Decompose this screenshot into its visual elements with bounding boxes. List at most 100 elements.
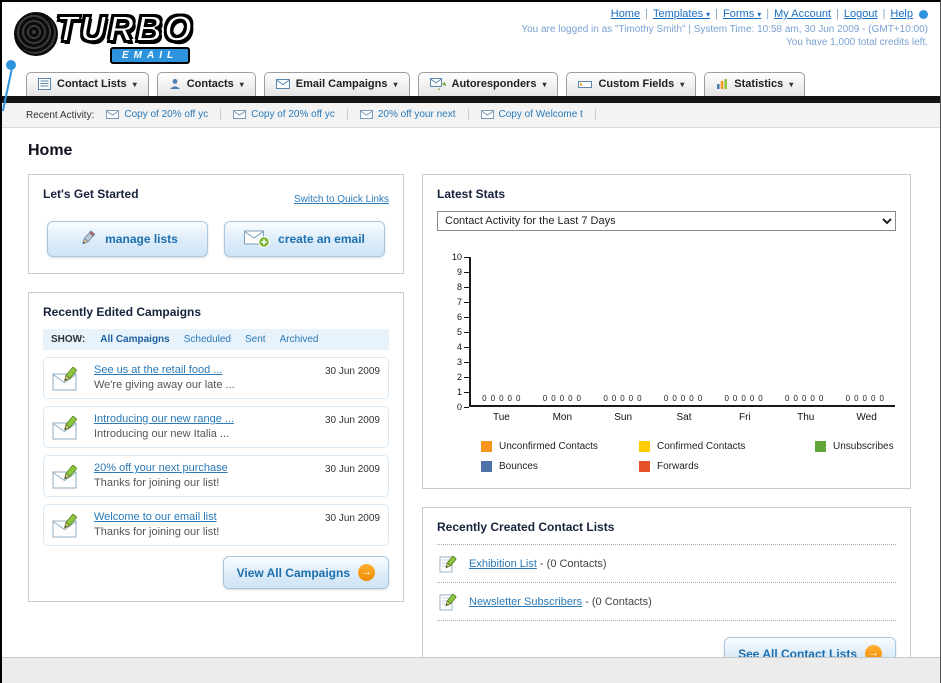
nav-tab-contacts[interactable]: Contacts ▾ [156, 72, 256, 96]
get-started-title: Let's Get Started [43, 187, 139, 201]
top-nav-links: Home | Templates ▾ | Forms ▾ | My Account | Logo… [521, 8, 928, 20]
campaign-subtitle: Thanks for joining our list! [94, 526, 220, 538]
campaign-list: See us at the retail food ... We're givin… [43, 357, 389, 546]
latest-stats-title: Latest Stats [437, 187, 506, 201]
contact-list-row[interactable]: Newsletter Subscribers - (0 Contacts) [437, 583, 896, 621]
nav-tab-email-campaigns[interactable]: Email Campaigns ▾ [263, 72, 410, 96]
recent-activity-link[interactable]: Copy of 20% off yc [251, 109, 335, 120]
email-campaigns-icon [275, 79, 290, 89]
legend-swatch-icon [815, 441, 826, 452]
create-email-button[interactable]: create an email [224, 221, 385, 257]
contact-lists-icon [38, 78, 51, 90]
view-all-campaigns-button[interactable]: View All Campaigns → [222, 556, 389, 589]
recently-edited-campaigns-panel: Recently Edited Campaigns SHOW: All Camp… [28, 292, 404, 602]
nav-tab-custom-fields[interactable]: Custom Fields ▾ [566, 72, 697, 96]
legend-item: Forwards [639, 461, 815, 472]
legend-item: Unconfirmed Contacts [481, 441, 639, 452]
recent-activity-item[interactable]: Copy of 20% off yc [221, 108, 348, 120]
y-axis-tick: 6 [450, 312, 469, 322]
custom-fields-icon [578, 79, 593, 90]
page: TURBO EMAIL Home | Templates ▾ | Forms ▾ | My … [0, 0, 941, 683]
bar-value-labels: 00000 [663, 394, 703, 403]
campaign-edit-icon [52, 416, 77, 440]
chevron-down-icon: ▾ [239, 79, 244, 89]
stats-period-select[interactable]: Contact Activity for the Last 7 Days [437, 211, 896, 231]
top-link-my-account[interactable]: My Account [774, 8, 831, 20]
filter-archived[interactable]: Archived [273, 332, 326, 347]
x-axis-label: Fri [739, 412, 751, 423]
recent-activity-link[interactable]: Copy of Welcome t [499, 109, 583, 120]
pencil-icon [82, 229, 96, 244]
pencil-icon [77, 229, 97, 249]
y-axis-tick: 7 [450, 297, 469, 307]
switch-quick-links-link[interactable]: Switch to Quick Links [294, 194, 389, 205]
contact-list-row[interactable]: Exhibition List - (0 Contacts) [437, 544, 896, 583]
campaign-row[interactable]: Welcome to our email list Thanks for join… [43, 504, 389, 546]
recent-activity-link[interactable]: 20% off your next [378, 109, 456, 120]
help-bubble-icon [919, 9, 928, 19]
edit-list-icon [439, 556, 457, 573]
link-separator: | [645, 8, 648, 20]
main-content: Home Let's Get Started Switch to Quick L… [2, 128, 940, 683]
recent-activity-item[interactable]: Copy of 20% off yc [106, 108, 222, 120]
contact-list-link[interactable]: Newsletter Subscribers [469, 596, 582, 608]
recent-activity-bar: Recent Activity: Copy of 20% off yc Copy … [2, 103, 940, 128]
contact-list-link[interactable]: Exhibition List [469, 558, 537, 570]
logo-subtext: EMAIL [110, 47, 191, 64]
filter-sent[interactable]: Sent [238, 332, 273, 347]
campaign-title-link[interactable]: Introducing our new range ... [94, 413, 315, 425]
y-axis-tick: 0 [450, 402, 469, 412]
link-separator: | [766, 8, 770, 20]
main-nav: Contact Lists ▾ Contacts ▾ Email Campaigns ▾ A… [2, 66, 940, 96]
recent-activity-item[interactable]: Copy of Welcome t [469, 108, 596, 120]
contact-lists-title: Recently Created Contact Lists [437, 520, 615, 534]
chevron-down-icon: ▾ [757, 10, 762, 19]
recent-activity-item[interactable]: 20% off your next [348, 108, 469, 120]
link-separator: | [882, 8, 886, 20]
x-axis-label: Sat [676, 412, 692, 423]
top-link-forms[interactable]: Forms ▾ [723, 8, 761, 20]
y-axis-tick: 9 [450, 267, 469, 277]
top-link-templates[interactable]: Templates ▾ [653, 8, 710, 20]
contact-list-detail: - (0 Contacts) [582, 595, 652, 608]
chart-legend: Unconfirmed Contacts Confirmed Contacts Un… [481, 441, 896, 472]
logo-tail-decoration [6, 60, 16, 70]
legend-swatch-icon [639, 441, 650, 452]
campaign-title-link[interactable]: 20% off your next purchase [94, 462, 315, 474]
show-label: SHOW: [51, 334, 86, 345]
campaign-row[interactable]: Introducing our new range ... Introducing… [43, 406, 389, 448]
recent-activity-link[interactable]: Copy of 20% off yc [124, 109, 208, 120]
bar-value-labels: 00000 [482, 394, 521, 403]
contact-list-detail: - (0 Contacts) [536, 557, 607, 570]
nav-tab-autoresponders[interactable]: Autoresponders ▾ [417, 72, 559, 96]
campaign-date: 30 Jun 2009 [324, 513, 380, 524]
recent-activity-items: Copy of 20% off yc Copy of 20% off yc 20% … [106, 108, 596, 122]
get-started-panel: Let's Get Started Switch to Quick Links … [28, 174, 404, 274]
y-axis-tick: 2 [450, 372, 469, 382]
chevron-down-icon: ▾ [542, 79, 547, 89]
top-link-logout[interactable]: Logout [844, 8, 878, 20]
legend-item: Confirmed Contacts [639, 441, 815, 452]
header-right: Home | Templates ▾ | Forms ▾ | My Account | Logo… [521, 8, 928, 48]
campaign-title-link[interactable]: Welcome to our email list [94, 511, 315, 523]
nav-tab-statistics[interactable]: Statistics ▾ [704, 72, 806, 96]
manage-lists-button[interactable]: manage lists [47, 221, 208, 257]
new-email-icon [244, 230, 270, 248]
filter-all-campaigns[interactable]: All Campaigns [93, 332, 176, 347]
bar-value-labels: 00000 [785, 394, 824, 403]
nav-tab-contact-lists[interactable]: Contact Lists ▾ [26, 72, 149, 96]
campaign-row[interactable]: 20% off your next purchase Thanks for joi… [43, 455, 389, 497]
autoresponders-icon [429, 78, 446, 90]
filter-scheduled[interactable]: Scheduled [177, 332, 238, 347]
top-link-help[interactable]: Help [890, 8, 913, 20]
top-link-home[interactable]: Home [611, 8, 640, 20]
y-axis-tick: 1 [450, 387, 469, 397]
chevron-down-icon: ▾ [706, 10, 711, 19]
campaign-title-link[interactable]: See us at the retail food ... [94, 364, 315, 376]
x-axis-label: Mon [552, 412, 573, 423]
campaign-row[interactable]: See us at the retail food ... We're givin… [43, 357, 389, 399]
edit-list-icon [439, 594, 457, 611]
bar-value-labels: 00000 [845, 394, 884, 403]
nav-divider-bar [2, 96, 940, 103]
campaign-edit-icon [52, 464, 84, 490]
